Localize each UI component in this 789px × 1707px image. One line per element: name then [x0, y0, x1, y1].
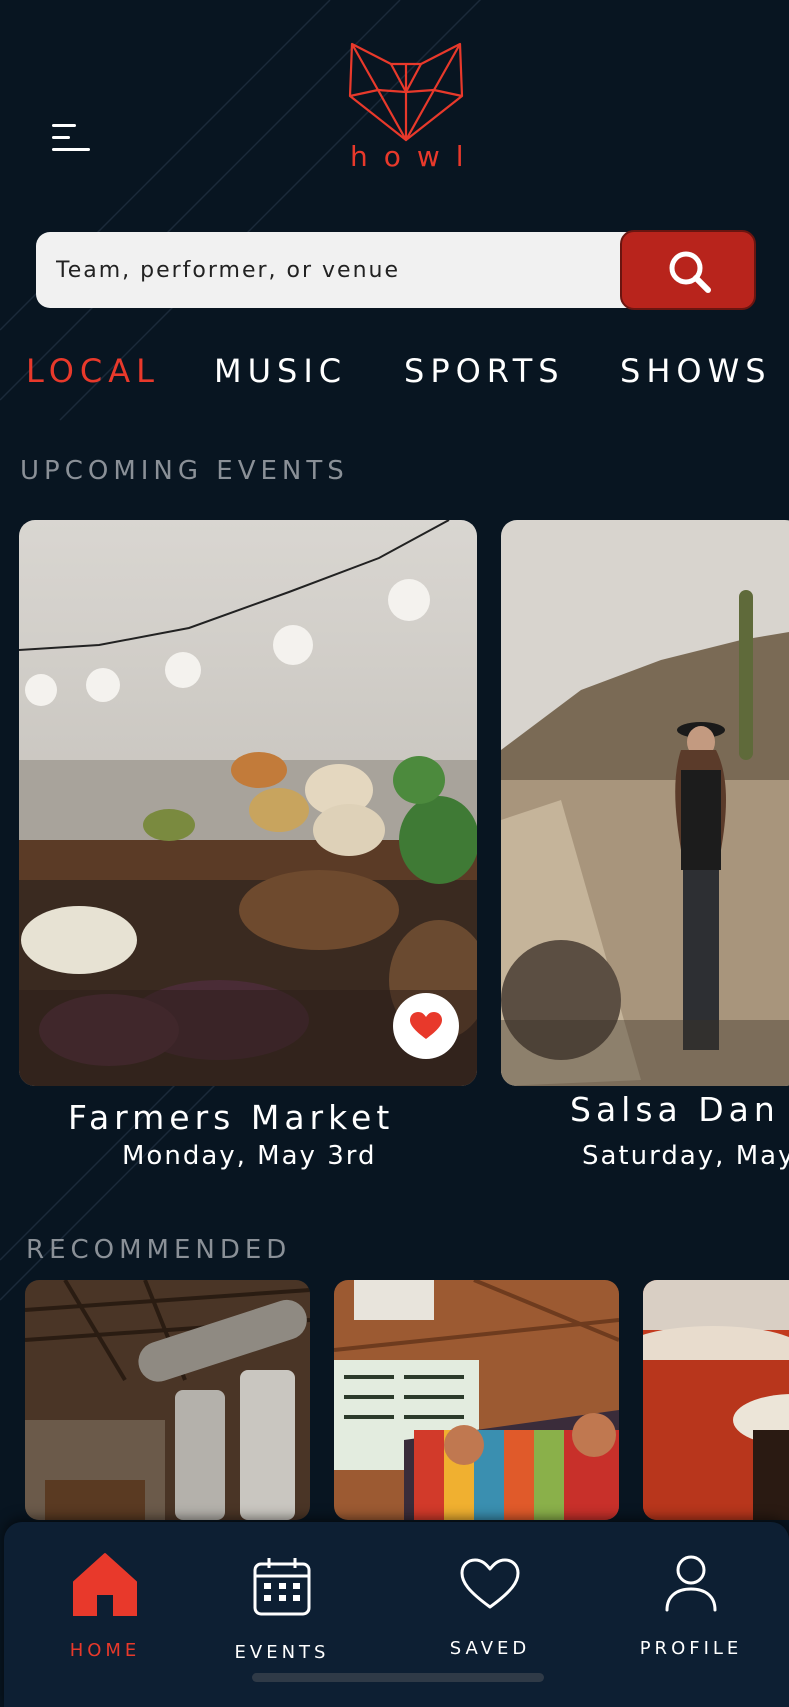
category-tabs: LOCAL MUSIC SPORTS SHOWS	[0, 352, 789, 402]
home-icon	[73, 1553, 137, 1616]
hamburger-line	[52, 148, 90, 151]
tab-music[interactable]: MUSIC	[214, 352, 347, 390]
recommended-card[interactable]	[334, 1280, 619, 1520]
tab-local[interactable]: LOCAL	[26, 352, 160, 390]
tab-shows[interactable]: SHOWS	[620, 352, 772, 390]
favorite-button[interactable]	[393, 993, 459, 1059]
section-title-recommended: RECOMMENDED	[26, 1235, 292, 1265]
search-bar	[36, 230, 756, 310]
search-icon	[669, 251, 711, 293]
home-indicator	[252, 1673, 544, 1682]
app-logo: howl	[336, 40, 476, 180]
nav-events-label: EVENTS	[234, 1642, 330, 1663]
nav-saved-label: SAVED	[449, 1638, 531, 1659]
recommended-card[interactable]	[25, 1280, 310, 1520]
recommended-image-beer	[643, 1280, 789, 1520]
hamburger-line	[52, 136, 70, 139]
wolf-logo-icon	[348, 42, 464, 142]
search-input[interactable]	[36, 232, 676, 308]
heart-filled-icon	[410, 1012, 442, 1039]
event-date: Saturday, May	[582, 1141, 789, 1171]
hamburger-menu-icon	[52, 124, 76, 127]
nav-events[interactable]: EVENTS	[207, 1552, 357, 1663]
event-card-salsa[interactable]	[501, 520, 789, 1086]
nav-profile-label: PROFILE	[639, 1638, 743, 1659]
menu-button[interactable]	[52, 120, 92, 156]
recommended-card[interactable]	[643, 1280, 789, 1520]
event-title: Farmers Market	[68, 1098, 395, 1137]
event-image-salsa	[501, 520, 789, 1086]
event-date: Monday, May 3rd	[122, 1141, 377, 1171]
tab-sports[interactable]: SPORTS	[404, 352, 565, 390]
user-icon	[665, 1555, 717, 1612]
logo-text: howl	[350, 140, 480, 173]
section-title-upcoming: UPCOMING EVENTS	[20, 456, 349, 486]
search-button[interactable]	[620, 230, 756, 310]
nav-home[interactable]: HOME	[30, 1552, 180, 1662]
nav-home-label: HOME	[69, 1640, 141, 1661]
recommended-image-taproom	[334, 1280, 619, 1520]
calendar-icon	[253, 1558, 311, 1616]
heart-icon	[460, 1558, 520, 1609]
recommended-image-brewery	[25, 1280, 310, 1520]
nav-saved[interactable]: SAVED	[415, 1552, 565, 1662]
event-title: Salsa Dan	[570, 1090, 780, 1129]
nav-profile[interactable]: PROFILE	[616, 1552, 766, 1662]
